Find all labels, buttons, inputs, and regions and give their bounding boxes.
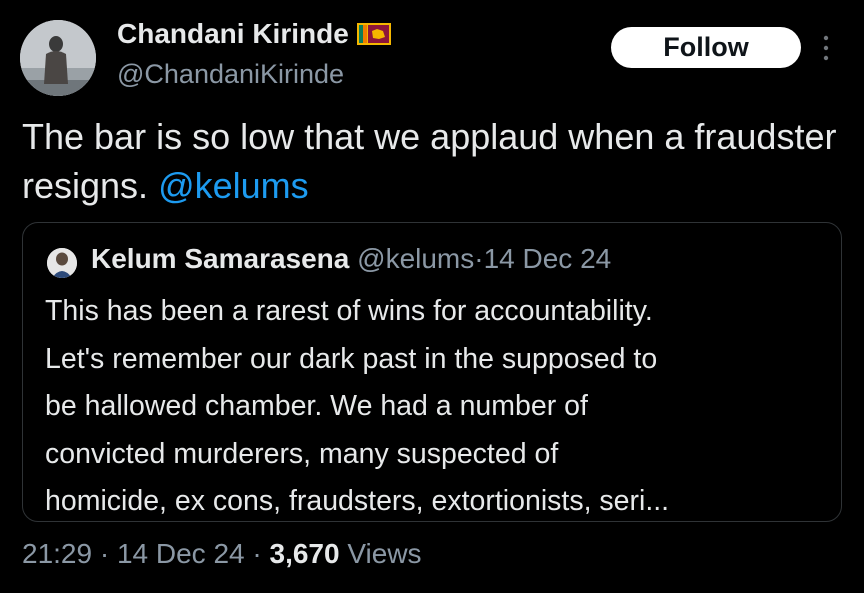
tweet-body: The bar is so low that we applaud when a… xyxy=(22,116,837,206)
more-vertical-icon[interactable] xyxy=(818,33,834,63)
quoted-author-name[interactable]: Kelum Samarasena xyxy=(91,243,349,274)
footer-separator: · xyxy=(99,538,110,569)
footer-separator: · xyxy=(252,538,262,569)
avatar-image xyxy=(20,20,96,96)
quoted-tweet-date[interactable]: 14 Dec 24 xyxy=(484,243,612,274)
quoted-author-handle[interactable]: @kelums xyxy=(357,243,474,274)
mention-link[interactable]: @kelums xyxy=(158,165,309,206)
follow-button[interactable]: Follow xyxy=(611,27,801,68)
quoted-text-line: be hallowed chamber. We had a number of xyxy=(45,390,588,422)
tweet-text: The bar is so low that we applaud when a… xyxy=(22,112,842,210)
author-handle[interactable]: @ChandaniKirinde xyxy=(117,59,344,90)
author-avatar[interactable] xyxy=(20,20,96,96)
views-label: Views xyxy=(347,538,422,569)
tweet-date[interactable]: 14 Dec 24 xyxy=(117,538,245,569)
quoted-tweet-card[interactable]: Kelum Samarasena @kelums·14 Dec 24 This … xyxy=(22,222,842,522)
quoted-author-avatar[interactable] xyxy=(47,248,77,278)
quoted-avatar-image xyxy=(47,248,77,278)
quoted-text-line: homicide, ex cons, fraudsters, extortion… xyxy=(45,485,670,517)
sri-lanka-flag-icon xyxy=(356,23,391,45)
tweet-time[interactable]: 21:29 xyxy=(22,538,92,569)
author-name[interactable]: Chandani Kirinde xyxy=(117,18,349,50)
tweet-footer: 21:29 · 14 Dec 24 · 3,670 Views xyxy=(22,538,422,570)
quoted-tweet-text: This has been a rarest of wins for accou… xyxy=(45,288,825,526)
quoted-text-line: Let's remember our dark past in the supp… xyxy=(45,342,658,375)
meta-separator: · xyxy=(474,243,484,274)
views-count: 3,670 xyxy=(269,538,340,569)
author-name-row: Chandani Kirinde xyxy=(117,18,391,50)
tweet: Chandani Kirinde @ChandaniKirinde Follow… xyxy=(0,0,864,593)
quoted-tweet-meta: Kelum Samarasena @kelums·14 Dec 24 xyxy=(91,243,611,275)
quoted-text-line: This has been a rarest of wins for accou… xyxy=(45,295,653,327)
quoted-text-line: convicted murderers, many suspected of xyxy=(45,437,559,470)
